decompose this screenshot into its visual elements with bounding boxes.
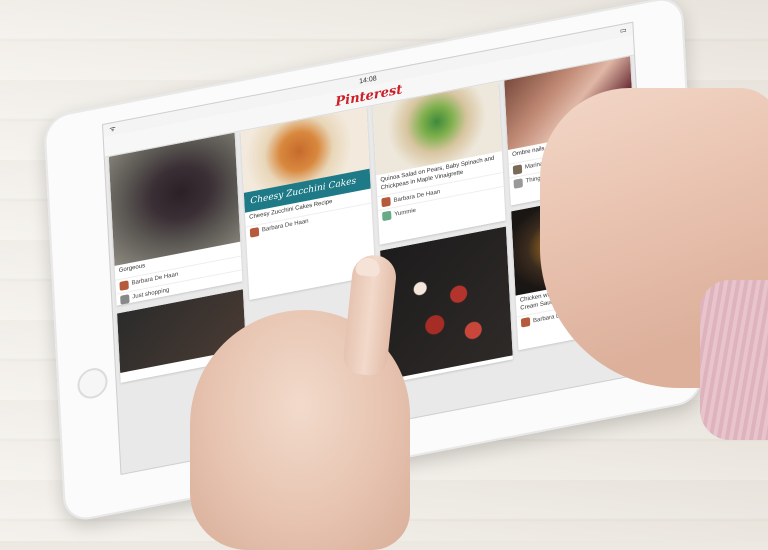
board-name[interactable]: Yummie: [394, 207, 416, 217]
pin-card[interactable]: Quinoa Salad on Pears, Baby Spinach and …: [372, 81, 506, 245]
pin-card[interactable]: Gorgeous Barbara De Haan Just shopping: [108, 132, 243, 306]
board-avatar[interactable]: [513, 177, 523, 189]
pin-card[interactable]: [380, 226, 513, 384]
signal-icon: ᯤ: [109, 125, 116, 134]
avatar[interactable]: [119, 279, 129, 291]
avatar[interactable]: [381, 196, 391, 208]
avatar[interactable]: [520, 316, 531, 328]
board-avatar[interactable]: [120, 293, 130, 305]
pin-image[interactable]: [380, 226, 513, 380]
pinner-name[interactable]: Barbara De Haan: [262, 218, 309, 233]
home-button[interactable]: [76, 365, 109, 402]
board-name[interactable]: Just shopping: [132, 287, 169, 300]
status-time: 14:08: [358, 74, 377, 86]
battery-icon: ▭: [619, 26, 627, 36]
avatar[interactable]: [512, 163, 523, 175]
pink-sleeve: [700, 280, 768, 440]
board-avatar[interactable]: [382, 210, 392, 222]
avatar[interactable]: [249, 226, 260, 238]
